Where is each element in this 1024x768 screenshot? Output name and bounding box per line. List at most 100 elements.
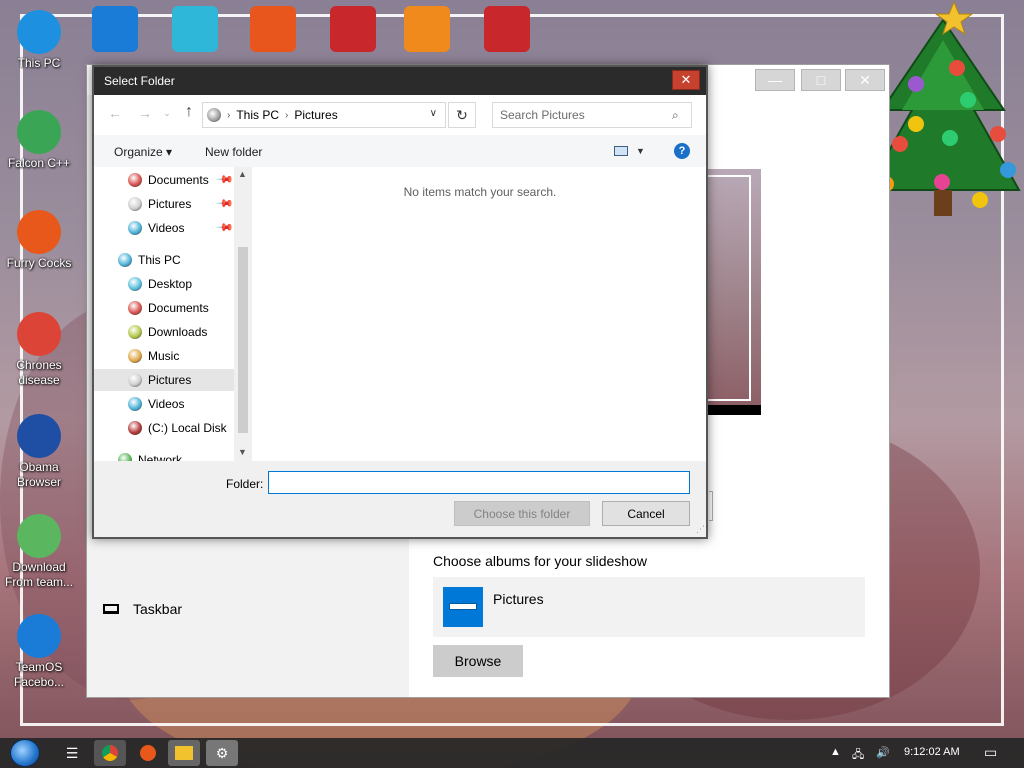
taskbar-icon <box>103 604 119 614</box>
action-center-icon[interactable]: ▭ <box>984 744 997 761</box>
browse-button[interactable]: Browse <box>433 645 523 677</box>
start-button[interactable] <box>10 739 40 767</box>
background-preview <box>707 169 761 415</box>
tree-item-this-pc-child[interactable]: Pictures <box>94 369 234 391</box>
desktop-icon[interactable]: This PC <box>0 10 78 71</box>
system-clock[interactable]: 9:12:02 AM <box>904 746 960 758</box>
desktop-icon[interactable] <box>172 6 222 54</box>
tree-item-this-pc[interactable]: This PC <box>94 249 234 271</box>
choose-folder-button[interactable]: Choose this folder <box>454 501 590 526</box>
desktop-icon[interactable]: TeamOS Facebo... <box>0 614 78 690</box>
tree-item-this-pc-child[interactable]: Downloads <box>94 321 234 343</box>
tree-item-this-pc-child[interactable]: Videos <box>94 393 234 415</box>
folder-icon <box>128 397 142 411</box>
tree-item-label: Videos <box>148 221 185 235</box>
folder-icon <box>128 221 142 235</box>
up-arrow-icon[interactable]: ↑ <box>180 103 198 121</box>
folder-icon <box>118 453 132 461</box>
navigation-scrollbar[interactable]: ▲ ▼ <box>234 167 252 461</box>
tree-item-this-pc-child[interactable]: Music <box>94 345 234 367</box>
obama-logo-icon <box>17 414 61 458</box>
desktop-icon[interactable] <box>484 6 534 54</box>
tree-item-this-pc-child[interactable]: Documents <box>94 297 234 319</box>
refresh-button[interactable]: ↻ <box>448 102 476 128</box>
maximize-button[interactable]: □ <box>801 69 841 91</box>
new-folder-button[interactable]: New folder <box>205 145 262 159</box>
scroll-up-icon[interactable]: ▲ <box>238 169 247 179</box>
folder-input[interactable] <box>268 471 690 494</box>
desktop-icon[interactable]: Download From team... <box>0 514 78 590</box>
tree-item-label: Downloads <box>148 325 208 339</box>
desktop-icon-label: Download From team... <box>4 560 73 589</box>
gear-icon <box>17 614 61 658</box>
taskbar-firefox-icon[interactable] <box>132 740 164 766</box>
sidebar-item-label: Taskbar <box>133 601 183 617</box>
desktop-icon-label: Obama Browser <box>16 460 61 489</box>
taskbar-settings-icon[interactable]: ⚙ <box>206 740 238 766</box>
task-view-icon[interactable]: ☰ <box>56 740 88 766</box>
network-icon[interactable]: 🖧 <box>852 746 864 765</box>
tree-item-quick-access[interactable]: Videos <box>94 217 234 239</box>
scroll-down-icon[interactable]: ▼ <box>238 447 247 457</box>
taskbar-explorer-icon[interactable] <box>168 740 200 766</box>
back-arrow-icon[interactable]: ← <box>106 105 124 121</box>
desktop-icon[interactable]: Obama Browser <box>0 414 78 490</box>
tree-item-this-pc-child[interactable]: (C:) Local Disk <box>94 417 234 439</box>
desktop-icon[interactable]: Falcon C++ <box>0 110 78 171</box>
breadcrumb-pictures[interactable]: Pictures <box>294 108 337 122</box>
dialog-close-button[interactable]: ✕ <box>672 70 700 90</box>
tree-item-label: Documents <box>148 301 209 315</box>
search-input[interactable] <box>492 102 692 128</box>
refresh-icon: ↻ <box>456 106 468 123</box>
recent-dropdown-icon[interactable]: ⌄ <box>158 108 176 119</box>
sidebar-item-taskbar[interactable]: Taskbar <box>103 601 182 617</box>
chrome-icon <box>17 312 61 356</box>
desktop-icon[interactable] <box>404 6 454 54</box>
tree-item-network[interactable]: Network <box>94 449 234 461</box>
tree-item-quick-access[interactable]: Documents <box>94 169 234 191</box>
breadcrumb-separator-icon[interactable]: › <box>227 110 230 121</box>
desktop-icon[interactable]: Furry Cocks <box>0 210 78 271</box>
cancel-button[interactable]: Cancel <box>602 501 690 526</box>
desktop-icon[interactable] <box>92 6 142 54</box>
folder-icon <box>128 325 142 339</box>
scrollbar-thumb[interactable] <box>238 247 248 433</box>
volume-icon[interactable]: 🔊 <box>876 746 890 759</box>
minimize-button[interactable]: — <box>755 69 795 91</box>
tree-item-this-pc-child[interactable]: Desktop <box>94 273 234 295</box>
gift-icon <box>484 6 530 52</box>
tree-item-label: Videos <box>148 397 185 411</box>
vlc-icon <box>404 6 450 52</box>
tree-item-label: Pictures <box>148 197 192 211</box>
resize-grip-icon[interactable]: ⋰ <box>696 524 705 535</box>
diamond-icon <box>172 6 218 52</box>
forward-arrow-icon[interactable]: → <box>136 105 154 121</box>
view-dropdown-icon[interactable]: ▼ <box>636 146 645 156</box>
desktop-icon[interactable]: Chrones disease <box>0 312 78 388</box>
view-options-icon[interactable] <box>614 146 628 156</box>
angry-bird-icon <box>330 6 376 52</box>
tree-item-quick-access[interactable]: Pictures <box>94 193 234 215</box>
help-icon[interactable]: ? <box>674 143 690 159</box>
organize-menu[interactable]: Organize ▾ <box>114 145 172 159</box>
close-button[interactable]: ✕ <box>845 69 885 91</box>
album-item[interactable]: Pictures <box>433 577 865 637</box>
album-name: Pictures <box>493 591 544 607</box>
firefox-icon <box>17 210 61 254</box>
address-bar[interactable]: › This PC › Pictures ∨ <box>202 102 446 128</box>
folder-label: Folder: <box>226 477 264 491</box>
search-icon[interactable]: ⌕ <box>672 108 679 123</box>
chevron-down-icon[interactable]: ∨ <box>430 108 437 119</box>
breadcrumb-separator-icon[interactable]: › <box>285 110 288 121</box>
folder-icon <box>128 421 142 435</box>
tray-overflow-icon[interactable]: ▲ <box>830 746 841 758</box>
empty-search-message: No items match your search. <box>403 185 557 199</box>
tree-item-label: Documents <box>148 173 209 187</box>
desktop-icon[interactable] <box>250 6 300 54</box>
tree-item-label: (C:) Local Disk <box>148 421 227 435</box>
desktop-icon[interactable] <box>330 6 380 54</box>
folder-icon <box>128 373 142 387</box>
taskbar-chrome-icon[interactable] <box>94 740 126 766</box>
dialog-titlebar: Select Folder ✕ <box>94 67 706 95</box>
breadcrumb-this-pc[interactable]: This PC <box>236 108 279 122</box>
